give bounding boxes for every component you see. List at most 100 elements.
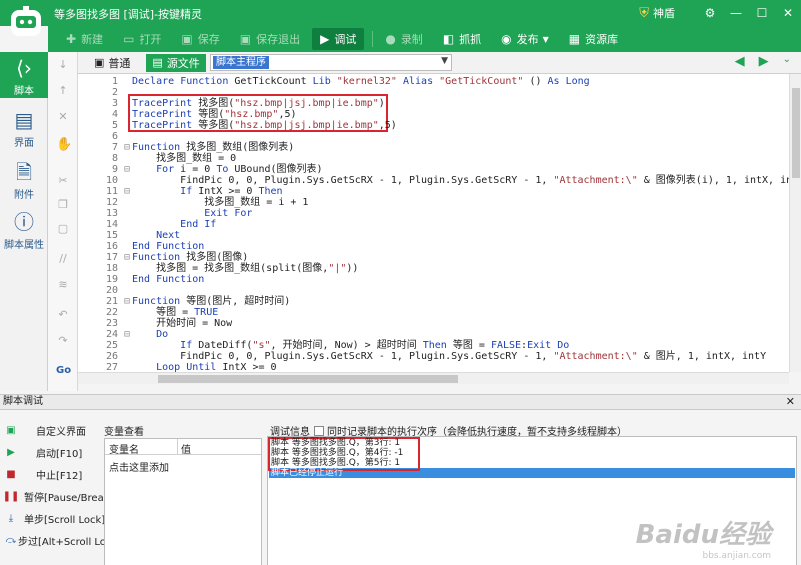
code-text: Function 找多图(图像) <box>132 252 249 263</box>
tab-normal-label: 普通 <box>108 56 131 70</box>
code-text: Function 等图(图片, 超时时间) <box>132 296 291 307</box>
line-number: 14 <box>105 219 118 230</box>
back-arrow-icon[interactable]: ◀ <box>735 54 745 69</box>
code-text: Loop Until IntX >= 0 <box>156 362 277 372</box>
line-number: 20 <box>105 285 118 296</box>
custom-ui-button[interactable]: ▣ 自定义界面 <box>4 422 86 438</box>
capture-label: 抓抓 <box>459 33 482 46</box>
info-icon: ⓘ <box>14 210 34 234</box>
redo-icon[interactable]: ↷ <box>56 334 70 348</box>
start-button[interactable]: ▶ 启动[F10] <box>4 444 82 460</box>
step-button[interactable]: ⤓ 单步[Scroll Lock] <box>4 510 105 526</box>
expand-icon[interactable]: ⌄ <box>783 54 791 69</box>
code-text: End Function <box>132 274 205 285</box>
nav-attachment-label: 附件 <box>14 190 34 201</box>
watermark-site: bbs.anjian.com <box>702 551 772 561</box>
log-entry: 脚本 等多图找多图.Q，第4行: -1 <box>271 448 404 458</box>
cut-icon[interactable]: ✂ <box>56 174 70 188</box>
tab-source-label: 源文件 <box>166 56 200 70</box>
folder-icon: ▭ <box>123 32 135 46</box>
save-button[interactable]: ▣ 保存 <box>173 28 227 50</box>
close-icon[interactable]: ✕ <box>786 395 795 409</box>
fold-toggle-icon[interactable]: ⊟ <box>123 142 131 153</box>
nav-ui-label: 界面 <box>14 138 34 149</box>
record-button[interactable]: ● 录制 <box>377 28 430 50</box>
hand-icon[interactable]: ✋ <box>56 138 72 152</box>
publish-button[interactable]: ◉ 发布 ▼ <box>493 28 557 50</box>
chevron-down-icon: ▼ <box>542 34 549 44</box>
capture-button[interactable]: ◧ 抓抓 <box>435 28 489 50</box>
comment-icon[interactable]: // <box>56 252 70 266</box>
new-button[interactable]: ✚ 新建 <box>58 28 111 50</box>
gear-icon[interactable]: ⚙ <box>697 0 723 26</box>
variable-view-label: 变量查看 <box>104 427 144 438</box>
open-button[interactable]: ▭ 打开 <box>115 28 169 50</box>
close-icon[interactable]: ✕ <box>775 0 801 26</box>
code-text: Exit For <box>204 208 253 219</box>
line-number: 5 <box>111 120 118 131</box>
fold-toggle-icon[interactable]: ⊟ <box>123 252 131 263</box>
resources-button[interactable]: ▦ 资源库 <box>561 28 626 50</box>
debug-panel: ▣ 自定义界面 ▶ 启动[F10] ■ 中止[F12] ❚❚ 暂停[Pause/Brea… <box>0 410 801 565</box>
fold-toggle-icon[interactable]: ⊟ <box>123 164 131 175</box>
app-logo-icon <box>11 6 41 36</box>
add-variable-row[interactable]: 点击这里添加 <box>109 459 169 474</box>
grid-view-icon: ▣ <box>94 56 105 69</box>
line-number: 4 <box>111 109 118 120</box>
scrollbar-thumb[interactable] <box>158 375 458 383</box>
code-text: Do <box>156 329 169 340</box>
code-text: For i = 0 To UBound(图像列表) <box>156 164 323 175</box>
forward-arrow-icon[interactable]: ▶ <box>759 54 769 69</box>
line-number: 7 <box>111 142 118 153</box>
tab-normal[interactable]: ▣ 普通 <box>88 54 136 72</box>
fold-toggle-icon[interactable]: ⊟ <box>123 329 131 340</box>
procedure-select[interactable]: 脚本主程序 ▼ <box>210 54 452 71</box>
nav-item-script[interactable]: ⟨› 脚本 <box>0 52 48 98</box>
pause-button[interactable]: ❚❚ 暂停[Pause/Break] <box>3 488 114 504</box>
code-text: FindPic 0, 0, Plugin.Sys.GetScRX - 1, Pl… <box>132 351 767 362</box>
arrow-down-icon[interactable]: ↓ <box>56 58 70 72</box>
scrollbar-thumb[interactable] <box>792 88 800 178</box>
fold-toggle-icon[interactable]: ⊟ <box>123 296 131 307</box>
line-number: 13 <box>105 208 118 219</box>
code-text: If IntX >= 0 Then <box>180 186 283 197</box>
code-editor[interactable]: 1 Declare Function GetTickCount Lib "kern… <box>78 74 789 372</box>
arrow-up-icon[interactable]: ↑ <box>56 84 70 98</box>
paste-icon[interactable]: ▢ <box>56 222 70 236</box>
record-order-checkbox[interactable] <box>314 425 324 436</box>
source-file-icon: ▤ <box>152 56 163 69</box>
copy-icon[interactable]: ❐ <box>56 198 70 212</box>
fold-toggle-icon[interactable]: ⊟ <box>123 186 131 197</box>
nav-item-ui[interactable]: ▤ 界面 <box>0 104 48 150</box>
play-icon: ▶ <box>320 32 330 46</box>
line-number: 2 <box>111 87 118 98</box>
toolbar-divider <box>372 31 374 47</box>
save-exit-label: 保存退出 <box>256 33 301 46</box>
navigation-arrows: ◀ ▶ ⌄ <box>721 54 791 69</box>
plus-icon: ✚ <box>66 32 77 46</box>
stop-button[interactable]: ■ 中止[F12] <box>4 466 82 482</box>
maximize-icon[interactable]: ☐ <box>749 0 775 26</box>
column-divider[interactable] <box>177 439 178 455</box>
line-number: 9 <box>111 164 118 175</box>
column-value: 值 <box>181 445 191 456</box>
delete-icon[interactable]: ✕ <box>56 110 70 124</box>
main-toolbar: ✚ 新建 ▭ 打开 ▣ 保存 ▣ 保存退出 ▶ 调试 ● 录制 ◧ 抓抓 ◉ 发布 ▼ ▦ 资源库 <box>48 26 801 52</box>
shield-button[interactable]: ⛨ 神盾 <box>639 5 675 21</box>
debug-button[interactable]: ▶ 调试 <box>312 28 365 50</box>
custom-ui-icon: ▣ <box>6 424 16 436</box>
minimize-icon[interactable]: — <box>723 0 749 26</box>
nav-item-attachment[interactable]: 🗎 附件 <box>0 156 48 202</box>
code-text: TracePrint 等多图("hsz.bmp|jsj.bmp|ie.bmp",… <box>132 120 397 131</box>
horizontal-scrollbar[interactable] <box>78 372 789 384</box>
log-entry: 脚本 等多图找多图.Q，第3行: 1 <box>271 438 401 448</box>
nav-item-properties[interactable]: ⓘ 脚本属性 <box>0 206 48 252</box>
line-number: 26 <box>105 351 118 362</box>
save-exit-button[interactable]: ▣ 保存退出 <box>232 28 308 50</box>
undo-icon[interactable]: ↶ <box>56 308 70 322</box>
tab-source[interactable]: ▤ 源文件 <box>146 53 206 72</box>
goto-icon[interactable]: Go <box>56 364 71 378</box>
line-number: 24 <box>105 329 118 340</box>
vertical-scrollbar[interactable] <box>789 74 801 372</box>
uncomment-icon[interactable]: ≋ <box>56 278 70 292</box>
